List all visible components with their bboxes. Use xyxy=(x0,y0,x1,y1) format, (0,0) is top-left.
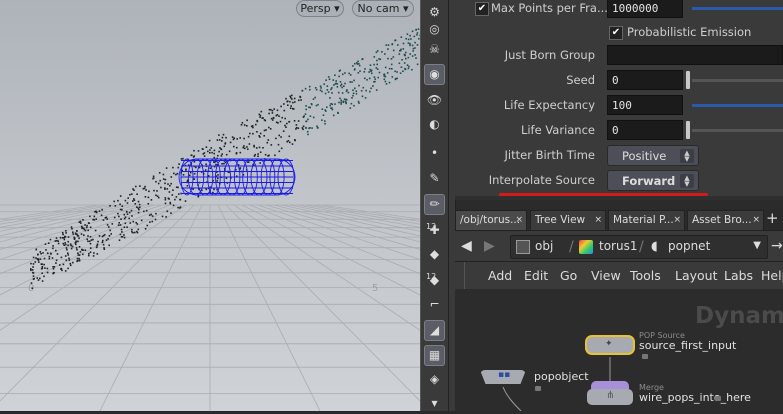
pen-tool-icon[interactable]: ✏ xyxy=(424,194,445,215)
parameter-pane: ✔ Max Points per Fra... 1000000 ✔ Probab… xyxy=(455,0,783,200)
param-probabilistic: ✔ Probabilistic Emission xyxy=(455,22,783,44)
visibility-tool-icon[interactable]: ◐ xyxy=(424,114,445,135)
seed-field[interactable]: 0 xyxy=(607,70,683,90)
param-interpolate: Interpolate Source Forward ▲ ▼ xyxy=(455,170,783,192)
merge-input-bar[interactable] xyxy=(591,381,629,389)
life-variance-field[interactable]: 0 xyxy=(607,120,683,140)
param-pane-bottom xyxy=(455,196,783,200)
node-label-source: source_first_input xyxy=(639,339,737,352)
param-life-variance: Life Variance 0 xyxy=(455,120,783,142)
menu-layout[interactable]: Layout xyxy=(675,268,718,283)
breadcrumb-separator: / xyxy=(639,239,644,255)
paint2-tool-icon[interactable]: 12 ◆ xyxy=(424,270,445,291)
viewport-toolbar: ⚙ ◎ ☠ ◉ 👁 ◐ • ✎ ✏ 12 ✚ ◆ 12 ◆ ⌐ ◢ ▦ ◈ ▾ xyxy=(420,0,448,411)
point-tool-icon[interactable]: • xyxy=(424,143,445,164)
brush-tool-icon[interactable]: ✎ xyxy=(424,168,445,189)
viewport-canvas[interactable]: 0 5 xyxy=(0,0,420,411)
node-source-first-input[interactable]: ✦ xyxy=(587,337,633,353)
life-expectancy-slider[interactable] xyxy=(692,104,783,107)
grid-label-0: 0 xyxy=(28,283,34,294)
max-points-field[interactable]: 1000000 xyxy=(607,0,683,18)
param-jitter: Jitter Birth Time Positive ▲ ▼ xyxy=(455,145,783,167)
highlight-underline xyxy=(499,193,708,196)
max-points-slider[interactable] xyxy=(692,7,783,10)
grid-tool-icon[interactable]: ▦ xyxy=(424,345,445,366)
pane-tabs: /obj/torus... × Tree View × Material P... ×… xyxy=(455,209,783,230)
max-points-checkbox[interactable]: ✔ xyxy=(475,2,489,16)
lock-icon xyxy=(715,396,721,401)
diamond-tool-icon[interactable]: ◈ xyxy=(424,369,445,390)
scene-viewport[interactable]: 0 5 Persp ▾ No cam ▾ xyxy=(0,0,420,411)
life-variance-slider-handle[interactable] xyxy=(686,121,690,139)
jump-arrow-icon[interactable]: → xyxy=(771,238,783,254)
node-merge[interactable]: ⋔ xyxy=(587,389,633,405)
lock-icon xyxy=(535,386,541,391)
node-label-popobject: popobject xyxy=(534,370,589,383)
paint-tool-icon[interactable]: ◆ xyxy=(424,244,445,265)
network-menu-bar: Add Edit Go View Tools Layout Labs Help xyxy=(455,261,783,290)
breadcrumb-obj[interactable]: obj xyxy=(535,239,553,253)
tab-asset-browser[interactable]: Asset Bro... × xyxy=(687,210,764,230)
tab-tree-view[interactable]: Tree View × xyxy=(530,210,606,230)
breadcrumb-separator: / xyxy=(569,239,574,255)
obj-network-icon xyxy=(516,240,530,254)
snap-tool-icon[interactable]: 12 ✚ xyxy=(424,220,445,241)
camera-tool-icon[interactable]: ◉ xyxy=(424,64,445,85)
param-just-born: Just Born Group xyxy=(455,45,783,67)
node-label-merge: wire_pops_into_here xyxy=(639,391,751,404)
menu-edit[interactable]: Edit xyxy=(524,268,548,283)
pop-source-icon: ✦ xyxy=(605,339,613,349)
menu-go[interactable]: Go xyxy=(560,268,577,283)
life-variance-slider[interactable] xyxy=(692,129,783,132)
back-arrow-icon[interactable]: ◀ xyxy=(461,238,472,254)
popnet-icon: ◖ xyxy=(651,239,658,254)
updown-arrow-icon: ▲ ▼ xyxy=(680,149,694,163)
close-icon[interactable]: × xyxy=(515,211,523,230)
menu-tools[interactable]: Tools xyxy=(630,268,661,283)
param-max-points: ✔ Max Points per Fra... 1000000 xyxy=(455,0,783,20)
geometry-icon xyxy=(579,240,593,254)
breadcrumb-torus[interactable]: torus1 xyxy=(599,239,637,253)
breadcrumb: obj / torus1 / ◖ popnet ▼ xyxy=(510,235,768,259)
param-seed: Seed 0 xyxy=(455,70,783,92)
pop-object-icon: ▪▪ xyxy=(498,370,511,380)
probabilistic-checkbox[interactable]: ✔ xyxy=(609,26,623,40)
network-editor[interactable]: Dynami POP Source ✦ source_first_input ▪… xyxy=(455,289,783,411)
skull-icon[interactable]: ☠ xyxy=(424,39,445,60)
updown-arrow-icon: ▲ ▼ xyxy=(680,174,694,188)
menu-view[interactable]: View xyxy=(591,268,621,283)
menu-grip xyxy=(455,262,465,290)
jitter-birth-time-menu[interactable]: Positive ▲ ▼ xyxy=(607,145,699,166)
close-icon[interactable]: × xyxy=(752,211,760,230)
menu-add[interactable]: Add xyxy=(488,268,512,283)
lock-icon xyxy=(642,354,648,359)
node-popobject[interactable]: ▪▪ xyxy=(480,370,526,384)
menu-help[interactable]: Help xyxy=(761,268,783,283)
camera-menu-button[interactable]: No cam ▾ xyxy=(352,0,414,17)
chevron-down-icon[interactable]: ▼ xyxy=(753,240,761,251)
param-life-expectancy: Life Expectancy 100 xyxy=(455,95,783,117)
merge-icon: ⋔ xyxy=(606,390,615,401)
interpolate-source-menu[interactable]: Forward ▲ ▼ xyxy=(607,170,699,191)
perspective-menu-button[interactable]: Persp ▾ xyxy=(296,0,344,17)
add-tab-button[interactable]: + xyxy=(766,209,779,227)
seed-slider-handle[interactable] xyxy=(686,71,690,89)
life-expectancy-field[interactable]: 100 xyxy=(607,95,683,115)
seed-slider[interactable] xyxy=(692,79,783,82)
eye-tool-icon[interactable]: 👁 xyxy=(424,90,445,111)
view-tool-icon[interactable]: ◎ xyxy=(424,19,445,40)
breadcrumb-popnet[interactable]: popnet xyxy=(668,239,710,253)
menu-labs[interactable]: Labs xyxy=(724,268,753,283)
just-born-field[interactable] xyxy=(607,45,783,65)
grid-label-5: 5 xyxy=(372,283,378,294)
tab-material-palette[interactable]: Material P... × xyxy=(608,210,685,230)
tab-network[interactable]: /obj/torus... × xyxy=(455,210,527,230)
close-icon[interactable]: × xyxy=(594,211,602,230)
shade-tool-icon[interactable]: ◢ xyxy=(424,320,445,341)
close-icon[interactable]: × xyxy=(673,211,681,230)
forward-arrow-icon[interactable]: ▶ xyxy=(484,238,495,254)
path-bar: ◀ ▶ obj / torus1 / ◖ popnet ▼ → xyxy=(455,230,783,262)
angle-tool-icon[interactable]: ⌐ xyxy=(424,294,445,315)
